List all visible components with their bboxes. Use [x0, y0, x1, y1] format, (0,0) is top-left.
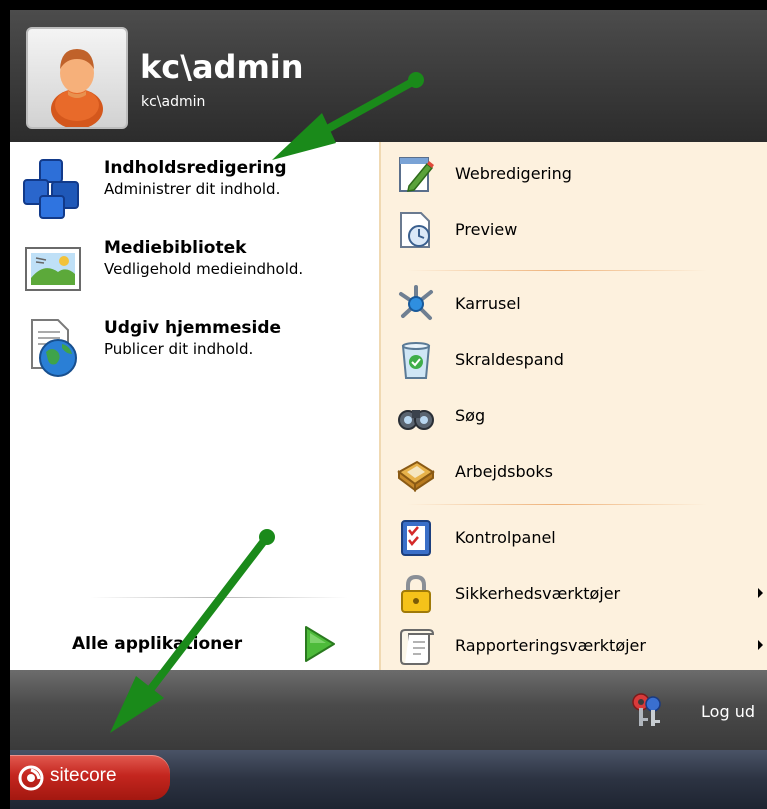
menu-item-description: Administrer dit indhold. — [104, 180, 281, 198]
sitecore-start-button[interactable]: sitecore — [10, 755, 170, 800]
menu-item-label: Preview — [455, 220, 518, 239]
menu-item-carousel[interactable]: Karrusel — [397, 282, 767, 328]
publish-globe-icon — [31, 319, 77, 377]
menu-item-label: Webredigering — [455, 164, 572, 183]
start-menu: kc\admin kc\admin Indholdsredigering Adm… — [10, 10, 767, 809]
menu-item-label: Søg — [455, 406, 486, 425]
sitecore-logo-icon — [18, 765, 44, 791]
start-menu-header: kc\admin kc\admin — [10, 10, 767, 142]
user-name: kc\admin — [140, 48, 304, 86]
menu-item-label: Kontrolpanel — [455, 528, 556, 547]
green-play-arrow-icon — [305, 626, 335, 662]
menu-item-title: Udgiv hjemmeside — [104, 318, 282, 338]
control-panel-icon — [401, 520, 431, 556]
menu-item-web-edit[interactable]: Webredigering — [397, 152, 767, 198]
preview-icon — [400, 212, 430, 248]
divider — [407, 504, 707, 505]
menu-item-label: Karrusel — [455, 294, 521, 313]
menu-item-search[interactable]: Søg — [397, 394, 767, 440]
all-applications-label: Alle applikationer — [72, 634, 243, 654]
divider — [407, 270, 707, 271]
menu-item-content-editor[interactable]: Indholdsredigering Administrer dit indho… — [22, 158, 372, 220]
menu-item-media-library[interactable]: Mediebibliotek Vedligehold medieindhold. — [22, 238, 372, 300]
menu-item-preview[interactable]: Preview — [397, 208, 767, 254]
media-library-icon — [25, 247, 81, 291]
menu-item-title: Indholdsredigering — [104, 158, 287, 178]
menu-item-label: Sikkerhedsværktøjer — [455, 584, 621, 603]
content-editor-icon — [23, 159, 79, 219]
taskbar: sitecore — [10, 750, 767, 809]
menu-item-description: Publicer dit indhold. — [104, 340, 254, 358]
divider — [90, 597, 348, 598]
workbox-icon — [397, 460, 435, 492]
menu-item-publish-site[interactable]: Udgiv hjemmeside Publicer dit indhold. — [22, 318, 372, 380]
log-out-label: Log ud — [701, 702, 755, 721]
submenu-arrow-icon — [758, 640, 763, 650]
all-applications-button[interactable]: Alle applikationer — [70, 622, 350, 666]
scroll-icon — [400, 629, 435, 666]
menu-item-control-panel[interactable]: Kontrolpanel — [397, 516, 767, 562]
user-avatar-icon — [51, 49, 103, 129]
log-out-button[interactable]: Log ud — [625, 690, 755, 730]
menu-item-recycle-bin[interactable]: Skraldespand — [397, 338, 767, 384]
recycle-bin-icon — [401, 342, 431, 379]
menu-item-label: Rapporteringsværktøjer — [455, 636, 646, 655]
binoculars-icon — [398, 410, 434, 430]
menu-item-security-tools[interactable]: Sikkerhedsværktøjer — [397, 572, 767, 618]
start-button-label: sitecore — [50, 765, 117, 786]
user-avatar[interactable] — [26, 27, 128, 129]
left-pane: Indholdsredigering Administrer dit indho… — [10, 142, 379, 670]
submenu-arrow-icon — [758, 588, 763, 598]
menu-item-reporting-tools[interactable]: Rapporteringsværktøjer — [397, 624, 767, 670]
user-subtitle: kc\admin — [141, 94, 206, 110]
lock-icon — [401, 574, 431, 613]
keys-icon — [632, 693, 661, 726]
menu-item-description: Vedligehold medieindhold. — [104, 260, 304, 278]
right-pane: Webredigering Preview Karrusel Skraldesp… — [379, 142, 767, 670]
menu-item-label: Skraldespand — [455, 350, 564, 369]
menu-item-workbox[interactable]: Arbejdsboks — [397, 450, 767, 496]
web-edit-icon — [399, 157, 434, 192]
menu-item-label: Arbejdsboks — [455, 462, 554, 481]
start-menu-footer: Log ud — [10, 670, 767, 750]
menu-item-title: Mediebibliotek — [104, 238, 247, 258]
carousel-icon — [399, 285, 433, 320]
